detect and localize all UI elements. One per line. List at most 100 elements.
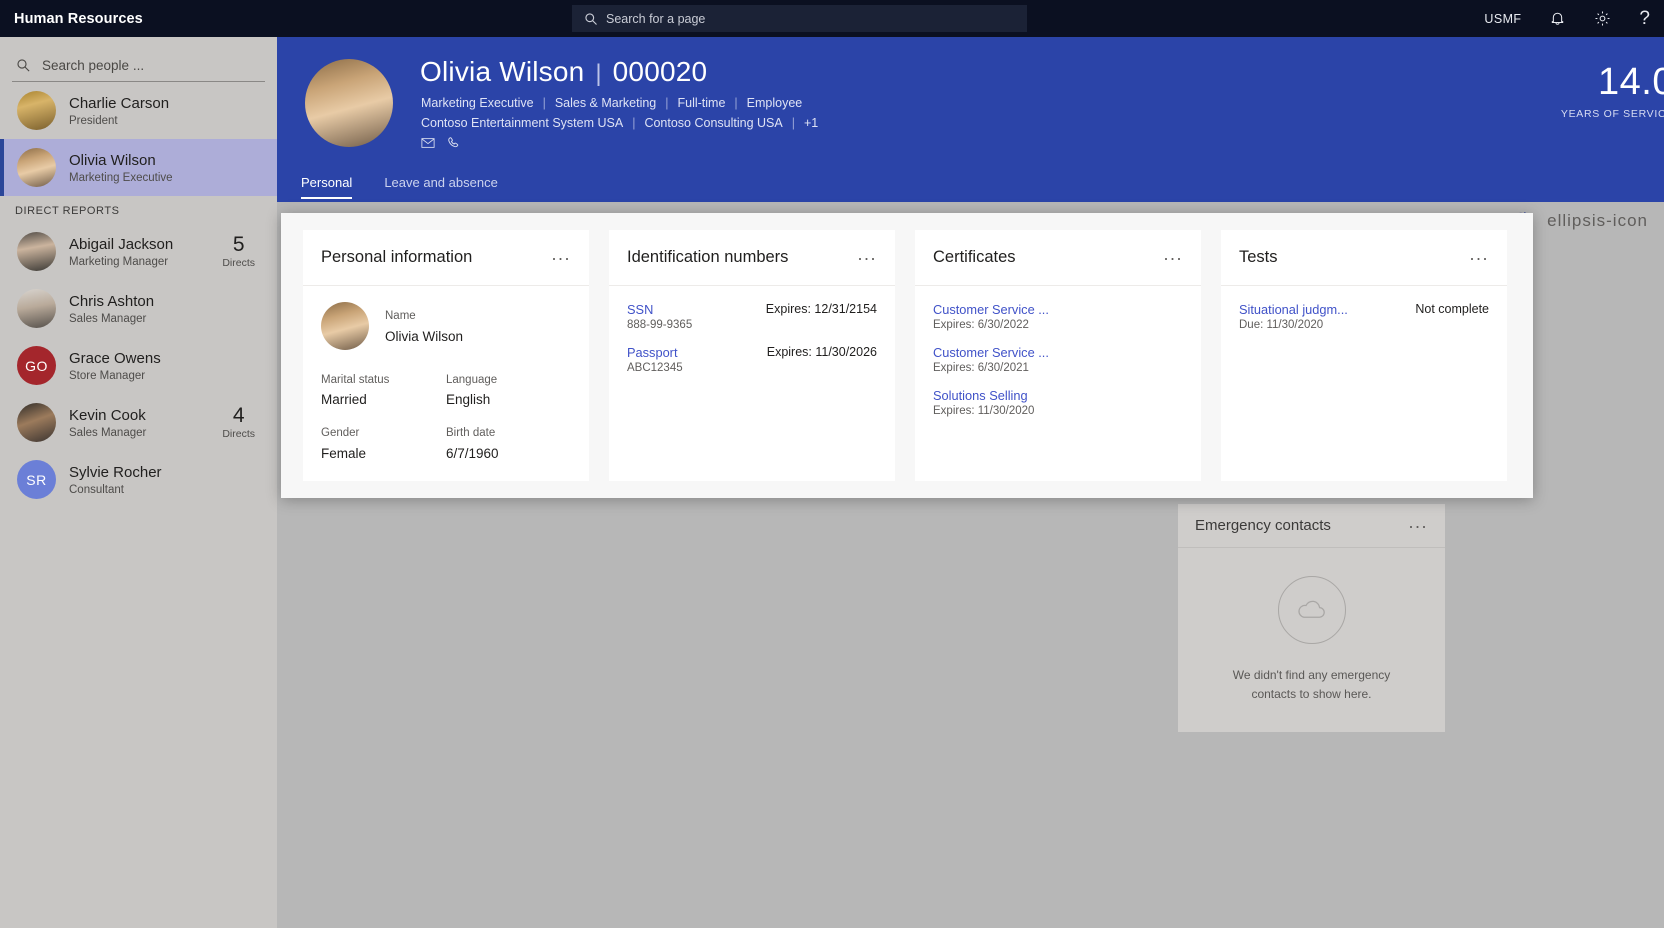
person-title: Marketing Manager [69, 255, 169, 268]
person-name: Olivia Wilson [69, 151, 156, 169]
direct-reports-header: DIRECT REPORTS [15, 205, 120, 217]
person-title: Sales Manager [69, 312, 147, 325]
person-row[interactable]: Olivia Wilson Marketing Executive [0, 139, 277, 196]
email-icon[interactable] [421, 136, 435, 155]
person-row[interactable]: GO Grace Owens Store Manager [0, 337, 277, 394]
person-meta: Kevin Cook Sales Manager [69, 407, 222, 439]
global-search-input[interactable]: Search for a page [572, 5, 1027, 32]
tab-leave-and-absence[interactable]: Leave and absence [384, 175, 497, 199]
emergency-contacts-more-button[interactable]: ... [1408, 513, 1428, 539]
avatar [321, 302, 369, 350]
list-item-link[interactable]: SSN [627, 302, 692, 317]
bell-icon[interactable] [1549, 10, 1566, 27]
person-name: Chris Ashton [69, 292, 155, 310]
person-row[interactable]: SR Sylvie Rocher Consultant [0, 451, 277, 508]
avatar [17, 403, 56, 442]
employee-contact-icons [421, 136, 461, 155]
attribute-divider: | [542, 96, 546, 110]
card-body: SSN 888-99-9365 Expires: 12/31/2154 Passpor… [609, 286, 895, 481]
direct-reports-number: 5 [232, 233, 245, 256]
people-search-input[interactable]: Search people ... [12, 50, 265, 82]
person-meta: Chris Ashton Sales Manager [69, 293, 277, 325]
direct-reports-count: 4 Directs [222, 405, 277, 440]
employee-name-row: Olivia Wilson | 000020 [420, 56, 707, 88]
card-more-button[interactable]: ... [1163, 245, 1183, 271]
direct-reports-number: 4 [232, 404, 245, 427]
emergency-contacts-card: Emergency contacts ... We didn't find an… [1178, 504, 1445, 732]
list-item-link[interactable]: Situational judgm... [1239, 302, 1348, 317]
person-row[interactable]: Charlie Carson President [0, 82, 277, 139]
field-gender: Gender Female [321, 425, 446, 460]
avatar [17, 91, 56, 130]
card-tests: Tests... Situational judgm... Due: 11/30/2… [1221, 230, 1507, 481]
list-item-status: Expires: 11/30/2026 [766, 345, 877, 359]
people-search-placeholder: Search people ... [42, 58, 145, 73]
person-row[interactable]: Abigail Jackson Marketing Manager 5 Directs [0, 223, 277, 280]
person-name: Charlie Carson [69, 94, 170, 112]
field-value: Female [321, 445, 367, 461]
years-of-service-label: YEARS OF SERVICE [1560, 108, 1664, 120]
field-label: Gender [321, 427, 360, 440]
employee-avatar [305, 59, 393, 147]
field-label: Marital status [321, 374, 390, 386]
attribute-divider: | [791, 116, 795, 130]
field-value: Married [321, 392, 367, 408]
company-selector[interactable]: USMF [1484, 12, 1521, 26]
field-language: Language English [446, 372, 571, 407]
card-title: Personal information [321, 248, 473, 266]
employee-attribute: Sales & Marketing [554, 96, 657, 110]
card-personal-information: Personal information... Name Olivia Wilson… [303, 230, 589, 481]
direct-reports-list: Abigail Jackson Marketing Manager 5 Directs… [0, 223, 277, 508]
person-meta: Sylvie Rocher Consultant [69, 464, 277, 496]
list-item: Passport ABC12345 Expires: 11/30/2026 [627, 345, 877, 374]
person-row[interactable]: Kevin Cook Sales Manager 4 Directs [0, 394, 277, 451]
field-label: Language [446, 374, 498, 386]
personal-fields-grid: Marital status Married Language English Gend… [321, 372, 571, 461]
employee-attribute: Employee [746, 96, 803, 110]
person-title: Marketing Executive [69, 171, 173, 184]
person-meta: Charlie Carson President [69, 95, 277, 127]
list-item-link[interactable]: Customer Service ... [933, 345, 1049, 360]
person-name: Grace Owens [69, 349, 161, 367]
list-item-subtext: Due: 11/30/2020 [1239, 319, 1324, 331]
help-icon[interactable]: ? [1639, 9, 1650, 28]
list-item-main: SSN 888-99-9365 [627, 302, 692, 331]
tab-personal[interactable]: Personal [301, 175, 353, 199]
emergency-contacts-empty-message: We didn't find any emergency contacts to… [1232, 668, 1391, 701]
list-item-link[interactable]: Solutions Selling [933, 388, 1034, 403]
card-more-button[interactable]: ... [857, 245, 877, 271]
card-more-button[interactable]: ... [551, 245, 571, 271]
employee-attributes-line-1: Marketing Executive | Sales & Marketing | Fu… [421, 96, 802, 110]
list-item-subtext: Expires: 6/30/2021 [933, 362, 1029, 374]
employee-attribute: Contoso Consulting USA [644, 116, 783, 130]
employee-attribute: +1 [803, 116, 819, 130]
person-name-block: Name Olivia Wilson [321, 302, 571, 350]
list-item-subtext: Expires: 6/30/2022 [933, 319, 1029, 331]
field-value: 6/7/1960 [446, 445, 499, 461]
avatar-initials: SR [17, 460, 56, 499]
emergency-contacts-header: Emergency contacts ... [1178, 504, 1445, 548]
card-body: Name Olivia Wilson Marital status Married La… [303, 286, 589, 481]
direct-reports-count: 5 Directs [222, 234, 277, 269]
list-item-link[interactable]: Passport [627, 345, 683, 360]
person-row[interactable]: Chris Ashton Sales Manager [0, 280, 277, 337]
attribute-divider: | [665, 96, 669, 110]
list-item-link[interactable]: Customer Service ... [933, 302, 1049, 317]
top-nav-actions: USMF ? [1484, 0, 1650, 37]
card-identification-numbers: Identification numbers... SSN 888-99-9365 E… [609, 230, 895, 481]
list-item-main: Solutions Selling Expires: 11/30/2020 [933, 388, 1034, 417]
list-item: Solutions Selling Expires: 11/30/2020 [933, 388, 1183, 417]
card-more-button[interactable]: ... [1469, 245, 1489, 271]
card-body: Situational judgm... Due: 11/30/2020 Not c… [1221, 286, 1507, 481]
direct-reports-label: Directs [222, 428, 255, 440]
field-marital-status: Marital status Married [321, 372, 446, 407]
phone-icon[interactable] [447, 136, 461, 155]
attribute-divider: | [734, 96, 738, 110]
card-header: Personal information... [303, 230, 589, 286]
gear-icon[interactable] [1594, 10, 1611, 27]
ellipsis-icon[interactable]: ellipsis-icon [1547, 211, 1648, 231]
name-field: Name Olivia Wilson [385, 308, 463, 343]
person-name: Abigail Jackson [69, 235, 174, 253]
name-id-separator: | [595, 60, 602, 87]
list-item: Customer Service ... Expires: 6/30/2022 [933, 302, 1183, 331]
